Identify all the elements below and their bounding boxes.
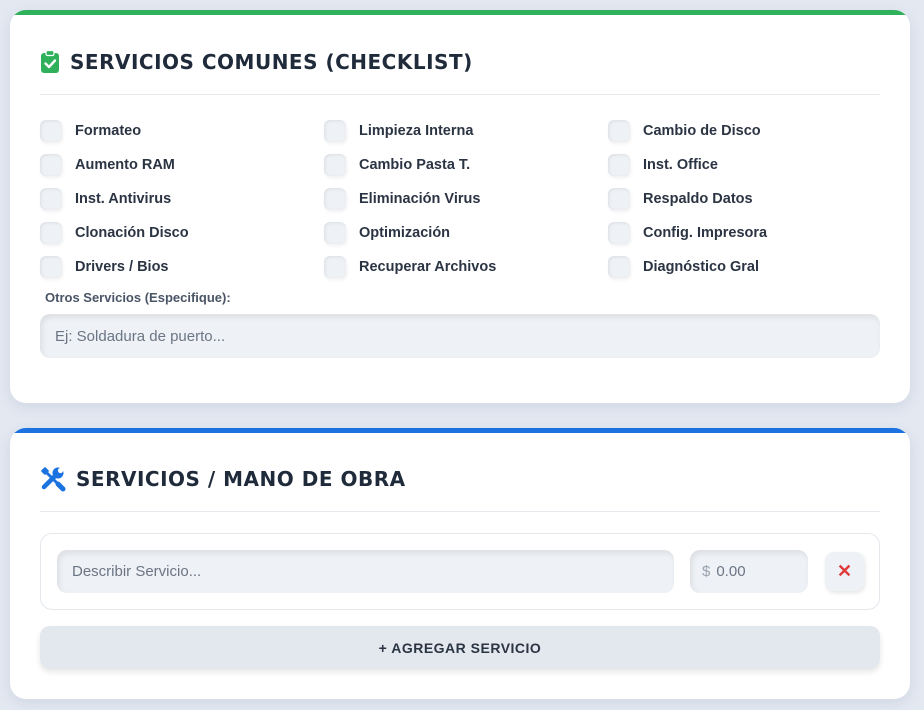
checkbox[interactable] [40, 188, 62, 210]
checkbox[interactable] [608, 188, 630, 210]
service-price-input[interactable] [714, 562, 799, 581]
checkbox[interactable] [324, 120, 346, 142]
checklist-item-label: Cambio Pasta T. [359, 157, 471, 173]
checklist-item[interactable]: Config. Impresora [608, 216, 880, 250]
checkbox[interactable] [324, 188, 346, 210]
checkbox[interactable] [324, 154, 346, 176]
checkbox[interactable] [40, 154, 62, 176]
checkbox[interactable] [608, 222, 630, 244]
checklist-item[interactable]: Eliminación Virus [324, 182, 608, 216]
section-divider [40, 511, 880, 512]
checklist-item-label: Aumento RAM [75, 157, 175, 173]
checklist-section-header: SERVICIOS COMUNES (CHECKLIST) [40, 50, 473, 74]
checklist-item[interactable]: Respaldo Datos [608, 182, 880, 216]
checklist-item-label: Drivers / Bios [75, 259, 169, 275]
remove-service-button[interactable]: ✕ [825, 552, 864, 591]
checklist-item[interactable]: Clonación Disco [40, 216, 324, 250]
checklist-section-title: SERVICIOS COMUNES (CHECKLIST) [70, 50, 473, 74]
checklist-item[interactable]: Aumento RAM [40, 148, 324, 182]
add-service-button[interactable]: + AGREGAR SERVICIO [40, 626, 880, 669]
checklist-item[interactable]: Optimización [324, 216, 608, 250]
checklist-item-label: Formateo [75, 123, 142, 139]
checklist-item[interactable]: Limpieza Interna [324, 114, 608, 148]
checkbox[interactable] [324, 256, 346, 278]
checkbox[interactable] [608, 120, 630, 142]
checklist-item-label: Recuperar Archivos [359, 259, 497, 275]
labor-services-card: SERVICIOS / MANO DE OBRA $ ✕ + AGREGAR S… [10, 428, 910, 699]
other-services-label: Otros Servicios (Especifique): [45, 290, 231, 305]
checklist-item[interactable]: Cambio de Disco [608, 114, 880, 148]
services-checklist: Formateo Limpieza Interna Cambio de Disco A… [40, 114, 880, 284]
service-row: $ ✕ [40, 533, 880, 610]
section-divider [40, 94, 880, 95]
close-icon: ✕ [836, 561, 853, 581]
service-description-input[interactable] [57, 550, 674, 593]
checklist-item-label: Respaldo Datos [643, 191, 753, 207]
checklist-item[interactable]: Cambio Pasta T. [324, 148, 608, 182]
checklist-item-label: Limpieza Interna [359, 123, 474, 139]
service-price-field: $ [690, 550, 808, 593]
checklist-item[interactable]: Inst. Antivirus [40, 182, 324, 216]
common-services-card: SERVICIOS COMUNES (CHECKLIST) Formateo Li… [10, 10, 910, 403]
checklist-item-label: Inst. Antivirus [75, 191, 172, 207]
checkbox[interactable] [40, 120, 62, 142]
checklist-item-label: Cambio de Disco [643, 123, 761, 139]
checkbox[interactable] [608, 154, 630, 176]
checklist-item-label: Clonación Disco [75, 225, 189, 241]
checkbox[interactable] [40, 222, 62, 244]
checklist-item[interactable]: Diagnóstico Gral [608, 250, 880, 284]
clipboard-check-icon [40, 50, 60, 74]
currency-symbol: $ [702, 563, 711, 580]
checklist-item-label: Optimización [359, 225, 451, 241]
checklist-item[interactable]: Formateo [40, 114, 324, 148]
checklist-item[interactable]: Inst. Office [608, 148, 880, 182]
labor-section-title: SERVICIOS / MANO DE OBRA [76, 467, 406, 491]
checkbox[interactable] [324, 222, 346, 244]
checkbox[interactable] [40, 256, 62, 278]
checklist-item-label: Inst. Office [643, 157, 718, 173]
checkbox[interactable] [608, 256, 630, 278]
tools-icon [40, 466, 66, 492]
checklist-item[interactable]: Recuperar Archivos [324, 250, 608, 284]
checklist-item[interactable]: Drivers / Bios [40, 250, 324, 284]
labor-section-header: SERVICIOS / MANO DE OBRA [40, 466, 406, 492]
checklist-item-label: Config. Impresora [643, 225, 768, 241]
checklist-item-label: Eliminación Virus [359, 191, 481, 207]
checklist-item-label: Diagnóstico Gral [643, 259, 760, 275]
other-services-input[interactable] [40, 314, 880, 358]
